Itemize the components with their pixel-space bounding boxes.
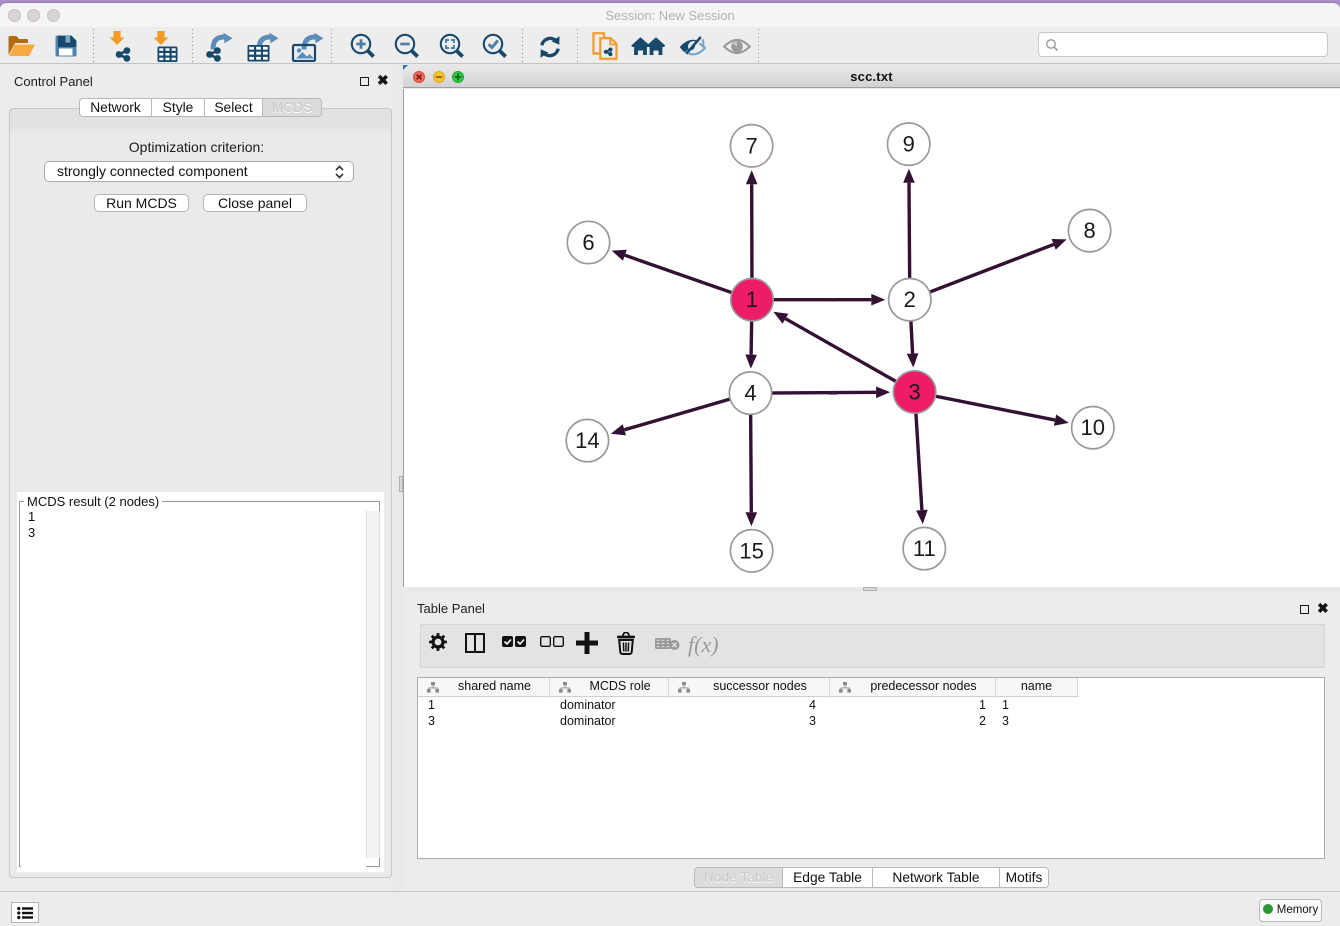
svg-text:8: 8 — [1083, 218, 1095, 243]
svg-text:3: 3 — [908, 380, 920, 405]
svg-text:6: 6 — [582, 230, 594, 255]
svg-text:10: 10 — [1081, 415, 1105, 440]
svg-text:15: 15 — [739, 538, 763, 563]
svg-text:1: 1 — [746, 287, 758, 312]
svg-text:7: 7 — [745, 133, 757, 158]
svg-text:14: 14 — [575, 428, 599, 453]
svg-text:9: 9 — [903, 132, 915, 157]
svg-text:2: 2 — [904, 287, 916, 312]
svg-text:11: 11 — [913, 536, 936, 561]
svg-text:4: 4 — [744, 381, 756, 406]
